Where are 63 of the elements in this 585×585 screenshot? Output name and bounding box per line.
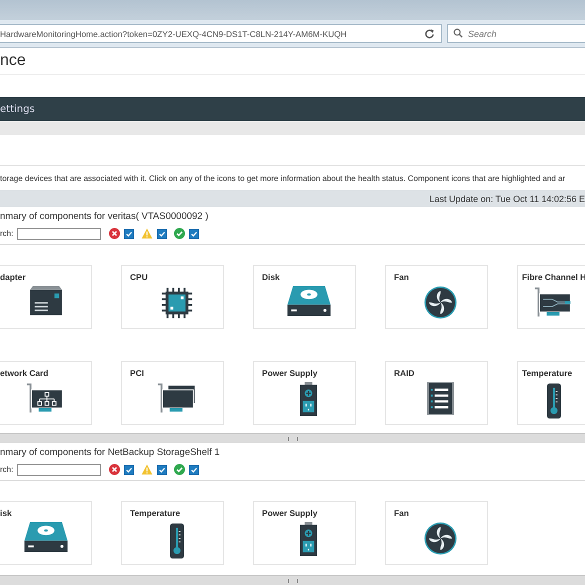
- component-tile[interactable]: isk: [0, 501, 92, 565]
- page-title: nce: [0, 52, 26, 70]
- component-label: dapter: [0, 272, 26, 282]
- component-tile[interactable]: Temperature: [121, 501, 224, 565]
- warning-icon: [141, 464, 154, 475]
- search-icon: [453, 28, 463, 38]
- nav-label[interactable]: ettings: [0, 104, 35, 114]
- hard-drive-icon: [24, 522, 68, 552]
- component-label: Temperature: [130, 508, 180, 518]
- component-tile[interactable]: Power Supply: [253, 501, 356, 565]
- component-tile[interactable]: dapter: [0, 265, 92, 329]
- chip-icon: [160, 286, 194, 320]
- component-label: Fan: [394, 508, 409, 518]
- component-tile[interactable]: Fan: [385, 265, 488, 329]
- hard-drive-icon: [286, 286, 330, 316]
- component-label: CPU: [130, 272, 148, 282]
- component-label: PCI: [130, 368, 144, 378]
- checkbox[interactable]: [157, 464, 168, 474]
- description-text: torage devices that are associated with it. Click on any of the icons to get more information about the health status. Component icons that are highlighted and ar: [0, 174, 566, 182]
- component-label: Temperature: [522, 368, 572, 378]
- component-tile[interactable]: Fan: [385, 501, 488, 565]
- last-update-text: Last Update on: Tue Oct 11 14:02:56 E: [430, 194, 585, 204]
- search-input[interactable]: [17, 464, 102, 476]
- component-tile[interactable]: Temperature: [517, 361, 585, 425]
- component-label: isk: [0, 508, 12, 518]
- checkbox[interactable]: [124, 464, 134, 474]
- checkbox[interactable]: [189, 228, 200, 238]
- error-icon: [109, 464, 120, 475]
- search-input[interactable]: [17, 228, 102, 240]
- component-tile[interactable]: Disk: [253, 265, 356, 329]
- checkbox[interactable]: [189, 464, 200, 474]
- power-supply-icon: [299, 522, 318, 556]
- section-title: nmary of components for veritas( VTAS0000092 ): [0, 210, 210, 224]
- checkbox[interactable]: [157, 228, 168, 238]
- ok-icon: [174, 228, 186, 239]
- section-title: nmary of components for NetBackup StorageShelf 1: [0, 446, 221, 460]
- component-label: Power Supply: [262, 368, 318, 378]
- address-field[interactable]: HardwareMonitoringHome.action?token=0ZY2-UEXQ-4CN9-DS1T-C8LN-214Y-AM6M-KUQH: [0, 24, 442, 43]
- power-supply-icon: [299, 382, 318, 416]
- error-icon: [109, 228, 120, 239]
- component-label: Fan: [394, 272, 409, 282]
- component-tile[interactable]: Power Supply: [253, 361, 356, 425]
- component-label: etwork Card: [0, 368, 48, 378]
- ok-icon: [174, 464, 186, 475]
- search-field[interactable]: Search: [447, 24, 585, 43]
- component-label: Power Supply: [262, 508, 318, 518]
- warning-icon: [141, 228, 154, 239]
- fan-icon: [424, 286, 457, 319]
- component-label: Disk: [262, 272, 280, 282]
- fan-icon: [424, 522, 457, 555]
- search-label: rch:: [0, 465, 14, 474]
- component-tile[interactable]: etwork Card: [0, 361, 92, 425]
- thermometer-icon: [170, 522, 184, 560]
- expansion-cards-icon: [156, 382, 196, 414]
- component-tile[interactable]: PCI: [121, 361, 224, 425]
- thermometer-icon: [547, 382, 561, 420]
- component-label: RAID: [394, 368, 414, 378]
- reload-icon[interactable]: [424, 28, 435, 39]
- component-tile[interactable]: CPU: [121, 265, 224, 329]
- search-label: rch:: [0, 229, 14, 238]
- checkbox[interactable]: [124, 228, 134, 238]
- drive-rack-icon: [427, 382, 454, 415]
- component-tile[interactable]: RAID: [385, 361, 488, 425]
